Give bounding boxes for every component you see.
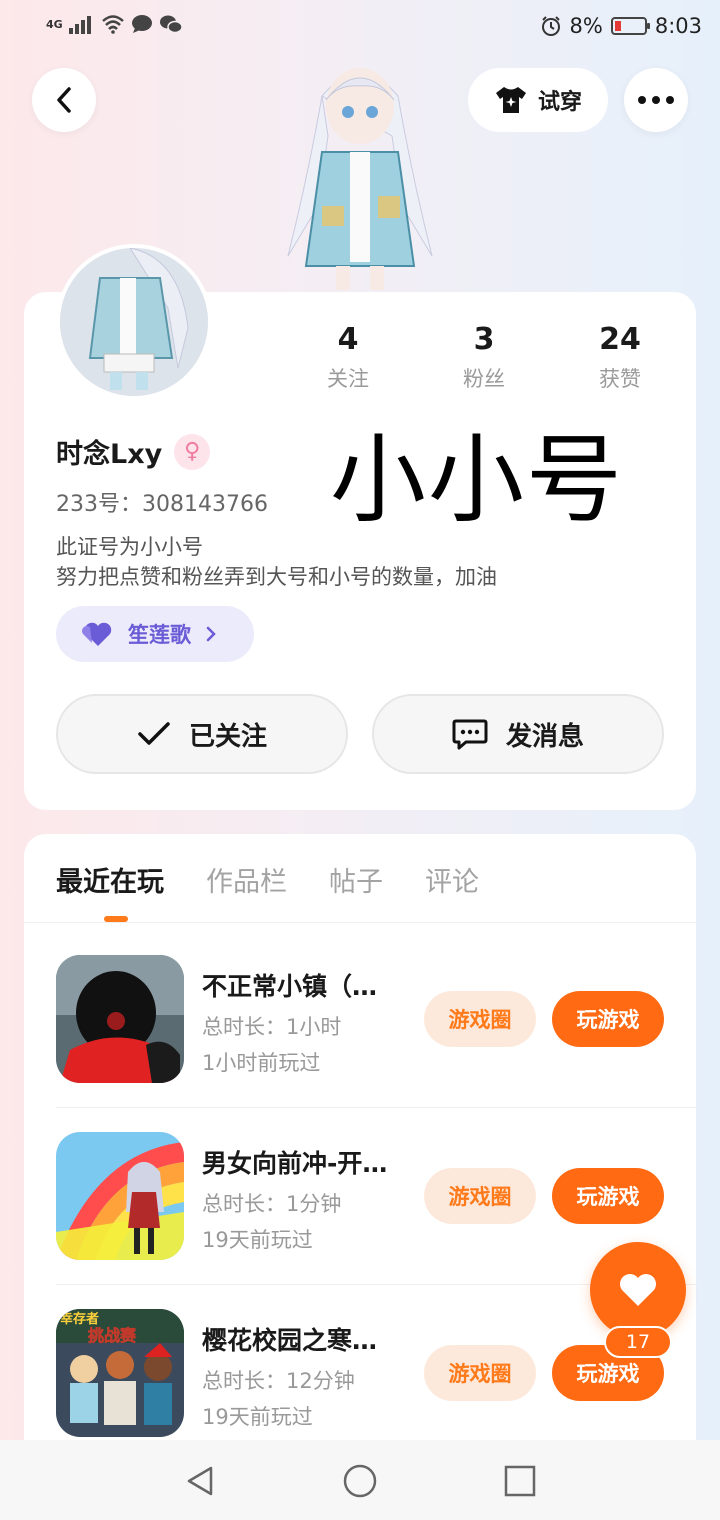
- battery-icon: [610, 17, 650, 35]
- avatar[interactable]: [56, 244, 212, 400]
- stat-following-count: 4: [337, 322, 359, 357]
- game-title: 男女向前冲-开…: [202, 1149, 388, 1178]
- stat-likes[interactable]: 24 获赞: [552, 322, 688, 393]
- alarm-icon: [541, 16, 560, 36]
- nav-back-icon[interactable]: [183, 1464, 217, 1498]
- row-divider: [56, 1107, 696, 1108]
- network-type: 4G: [46, 17, 63, 31]
- tab-divider: [24, 922, 696, 923]
- try-on-label: 试穿: [537, 90, 582, 115]
- try-on-button[interactable]: 试穿: [468, 68, 608, 132]
- chat-icon: [452, 719, 488, 750]
- game-icon-text-1: 幸存者: [60, 1311, 99, 1327]
- nav-home-icon[interactable]: [343, 1464, 377, 1498]
- handwritten-watermark: 小小号: [330, 424, 624, 536]
- bio: 此证号为小小号 努力把点赞和粉丝弄到大号和小号的数量，加油: [56, 532, 497, 592]
- more-button[interactable]: [624, 68, 688, 132]
- stats-row: 4 关注 3 粉丝 24 获赞: [280, 322, 696, 393]
- tab-recent-play[interactable]: 最近在玩: [56, 860, 164, 899]
- chevron-left-icon: [57, 87, 71, 113]
- group-chip[interactable]: 笙莲歌: [56, 606, 254, 662]
- like-count-badge: 17: [604, 1326, 672, 1358]
- play-game-button[interactable]: 玩游戏: [552, 1168, 664, 1224]
- female-gender-icon: ♀: [174, 433, 211, 470]
- wifi-icon: [101, 15, 124, 34]
- profile-tabs: 最近在玩 作品栏 帖子 评论: [56, 860, 479, 899]
- game-row[interactable]: 幸存者 挑战赛 樱花校园之寒… 总时长：12分钟 19天前玩过 游戏圈 玩游戏: [56, 1309, 696, 1437]
- game-last-played: 19天前玩过: [202, 1228, 313, 1252]
- stat-likes-count: 24: [599, 322, 641, 357]
- status-right: 8% 8:03: [540, 14, 702, 38]
- stat-fans-count: 3: [473, 322, 495, 357]
- stat-likes-label: 获赞: [599, 367, 641, 391]
- back-button[interactable]: [32, 68, 96, 132]
- stat-following[interactable]: 4 关注: [280, 322, 416, 393]
- game-title: 不正常小镇（…: [202, 972, 378, 1001]
- send-message-label: 发消息: [505, 721, 584, 752]
- game-row[interactable]: 不正常小镇（… 总时长：1小时 1小时前玩过 游戏圈 玩游戏: [56, 955, 696, 1083]
- game-icon[interactable]: [56, 1132, 184, 1260]
- avatar-character-illustration: [282, 56, 438, 292]
- play-game-button[interactable]: 玩游戏: [552, 991, 664, 1047]
- tab-comments[interactable]: 评论: [425, 860, 479, 899]
- game-circle-button[interactable]: 游戏圈: [424, 991, 536, 1047]
- game-duration: 总时长：1小时: [202, 1015, 342, 1039]
- heart-icon: [620, 1274, 656, 1306]
- battery-percent: 8%: [569, 14, 603, 38]
- check-icon: [138, 722, 170, 745]
- username: 时念Lxy: [56, 439, 163, 470]
- tshirt-icon: [495, 87, 526, 113]
- game-row[interactable]: 男女向前冲-开… 总时长：1分钟 19天前玩过 游戏圈 玩游戏: [56, 1132, 696, 1260]
- game-last-played: 19天前玩过: [202, 1405, 313, 1429]
- stat-fans-label: 粉丝: [463, 367, 505, 391]
- game-duration: 总时长：12分钟: [202, 1369, 355, 1393]
- game-icon[interactable]: [56, 955, 184, 1083]
- stat-fans[interactable]: 3 粉丝: [416, 322, 552, 393]
- followed-label: 已关注: [188, 721, 267, 752]
- like-fab-button[interactable]: [590, 1242, 686, 1338]
- user-id: 233号：308143766: [56, 492, 268, 517]
- chevron-right-icon: [206, 626, 216, 642]
- send-message-button[interactable]: 发消息: [372, 694, 664, 774]
- bio-line-2: 努力把点赞和粉丝弄到大号和小号的数量，加油: [56, 565, 497, 589]
- status-left: 4G: [46, 14, 183, 34]
- bio-line-1: 此证号为小小号: [56, 535, 203, 559]
- game-duration: 总时长：1分钟: [202, 1192, 342, 1216]
- game-icon-text-2: 挑战赛: [88, 1326, 137, 1345]
- more-dots-icon: [638, 96, 674, 104]
- status-bar: 4G 8% 8:03: [0, 0, 720, 56]
- game-circle-button[interactable]: 游戏圈: [424, 1345, 536, 1401]
- followed-button[interactable]: 已关注: [56, 694, 348, 774]
- message-bubble-icon: [131, 15, 152, 33]
- nav-recents-icon[interactable]: [503, 1464, 537, 1498]
- tab-posts[interactable]: 帖子: [329, 860, 383, 899]
- clock: 8:03: [654, 14, 702, 38]
- tab-works[interactable]: 作品栏: [206, 860, 287, 899]
- heart-group-icon: [82, 622, 112, 646]
- stat-following-label: 关注: [327, 367, 369, 391]
- wechat-icon: [159, 15, 183, 34]
- game-icon[interactable]: 幸存者 挑战赛: [56, 1309, 184, 1437]
- group-name: 笙莲歌: [128, 623, 191, 647]
- game-title: 樱花校园之寒…: [202, 1326, 378, 1355]
- game-last-played: 1小时前玩过: [202, 1051, 321, 1075]
- game-circle-button[interactable]: 游戏圈: [424, 1168, 536, 1224]
- signal-icon: [68, 16, 91, 34]
- username-row: 时念Lxy ♀: [56, 432, 211, 471]
